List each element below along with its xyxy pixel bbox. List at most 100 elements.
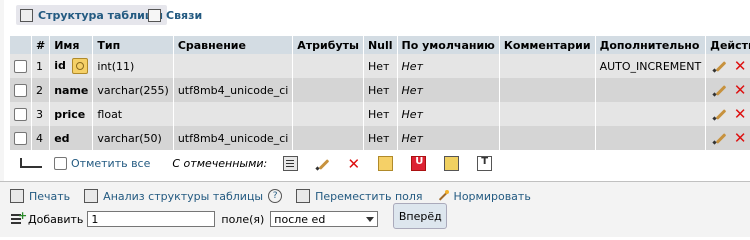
help-icon[interactable]: ?	[268, 189, 283, 203]
row-checkbox[interactable]	[14, 107, 27, 121]
row-type: varchar(50)	[92, 126, 174, 150]
row-name: ed	[49, 126, 94, 150]
select-all[interactable]: Отметить все	[54, 156, 150, 170]
add-columns-form: Добавить 1 поле(я) после ed Вперёд	[10, 203, 448, 229]
row-extra	[595, 102, 707, 126]
row-actions: ✕	[705, 54, 750, 78]
tab-structure[interactable]: Структура таблицы	[16, 5, 167, 25]
col-header-attributes[interactable]: Атрибуты	[292, 36, 364, 54]
index-icon[interactable]	[444, 155, 460, 171]
move-columns-icon	[296, 189, 311, 203]
col-header-num[interactable]: #	[31, 36, 51, 54]
row-attributes	[292, 54, 364, 78]
position-select-value: после ed	[274, 212, 326, 226]
row-extra	[595, 78, 707, 102]
table-row: 2 name varchar(255) utf8mb4_unicode_ci Н…	[10, 78, 750, 102]
row-num: 1	[31, 54, 51, 78]
normalize-link[interactable]: Нормировать	[437, 190, 531, 203]
row-default: Нет	[397, 78, 500, 102]
position-select[interactable]: после ed	[270, 211, 379, 227]
selection-bar: Отметить все С отмеченными: ✕	[10, 150, 730, 176]
select-all-link[interactable]: Отметить все	[71, 157, 150, 170]
row-name-cell: id	[49, 54, 94, 78]
fields-label: поле(я)	[221, 212, 265, 226]
row-extra	[595, 126, 707, 150]
row-type: float	[92, 102, 174, 126]
row-actions: ✕	[705, 126, 750, 150]
normalize-label: Нормировать	[453, 189, 531, 203]
add-count-input[interactable]: 1	[87, 211, 216, 227]
primary-key-bulk-icon[interactable]	[378, 155, 394, 171]
row-comment	[499, 78, 596, 102]
col-header-collation[interactable]: Сравнение	[173, 36, 294, 54]
row-default: Нет	[397, 54, 500, 78]
edit-pencil-icon[interactable]	[713, 83, 727, 97]
delete-x-icon[interactable]: ✕	[733, 59, 747, 74]
delete-x-icon[interactable]: ✕	[733, 131, 747, 146]
col-header-action: Действие	[705, 36, 750, 54]
row-comment	[499, 102, 596, 126]
col-header-null[interactable]: Null	[363, 36, 398, 54]
analyze-icon	[84, 189, 99, 203]
analyze-link[interactable]: Анализ структуры таблицы ?	[84, 189, 283, 203]
row-name: name	[49, 78, 94, 102]
row-type: varchar(255)	[92, 78, 174, 102]
edit-pencil-icon[interactable]	[713, 107, 727, 121]
row-comment	[499, 126, 596, 150]
row-collation: utf8mb4_unicode_ci	[173, 126, 294, 150]
footer-links: Печать Анализ структуры таблицы ? Переме…	[10, 189, 531, 203]
structure-table: # Имя Тип Сравнение Атрибуты Null По умо…	[10, 36, 750, 150]
col-header-comment[interactable]: Комментарии	[499, 36, 596, 54]
delete-x-icon[interactable]: ✕	[733, 107, 747, 122]
print-link[interactable]: Печать	[10, 189, 70, 203]
go-button[interactable]: Вперёд	[393, 203, 448, 229]
col-header-name[interactable]: Имя	[49, 36, 94, 54]
delete-x-icon[interactable]: ✕	[733, 83, 747, 98]
move-columns-link[interactable]: Переместить поля	[296, 189, 423, 203]
edit-pencil-icon[interactable]	[713, 131, 727, 145]
row-checkbox[interactable]	[14, 83, 27, 97]
bulk-delete-icon[interactable]: ✕	[347, 156, 360, 171]
browse-icon[interactable]	[283, 155, 299, 171]
bulk-edit-icon[interactable]	[316, 157, 329, 170]
row-checkbox-cell	[10, 102, 32, 126]
tab-structure-label: Структура таблицы	[38, 8, 163, 22]
wand-icon	[437, 190, 449, 202]
tab-relations[interactable]: Связи	[148, 5, 202, 25]
row-actions: ✕	[705, 102, 750, 126]
with-selected-label: С отмеченными:	[172, 156, 268, 170]
print-icon	[10, 189, 24, 203]
relations-icon	[148, 8, 161, 22]
table-row: 1 id int(11) Нет Нет AUTO_INCREMENT ✕	[10, 54, 750, 78]
bulk-actions: ✕	[283, 155, 493, 171]
row-null: Нет	[363, 102, 398, 126]
row-checkbox-cell	[10, 54, 32, 78]
unique-icon[interactable]	[411, 155, 427, 171]
primary-key-icon	[71, 58, 88, 74]
col-header-type[interactable]: Тип	[92, 36, 174, 54]
edit-pencil-icon[interactable]	[713, 59, 727, 73]
table-row: 4 ed varchar(50) utf8mb4_unicode_ci Нет …	[10, 126, 750, 150]
row-comment	[499, 54, 596, 78]
row-attributes	[292, 78, 364, 102]
col-header-default[interactable]: По умолчанию	[397, 36, 500, 54]
row-checkbox-cell	[10, 78, 32, 102]
row-num: 3	[31, 102, 51, 126]
row-default: Нет	[397, 102, 500, 126]
row-collation	[173, 54, 294, 78]
row-name: id	[54, 59, 66, 72]
fulltext-icon[interactable]	[477, 155, 493, 171]
structure-icon	[20, 8, 33, 22]
row-collation: utf8mb4_unicode_ci	[173, 78, 294, 102]
row-checkbox[interactable]	[14, 131, 27, 145]
add-label: Добавить	[28, 212, 84, 226]
move-columns-label: Переместить поля	[315, 189, 423, 203]
row-null: Нет	[363, 54, 398, 78]
row-checkbox[interactable]	[14, 59, 27, 73]
select-all-checkbox[interactable]	[54, 156, 67, 170]
row-type: int(11)	[92, 54, 174, 78]
add-column-icon	[10, 209, 27, 226]
col-header-extra[interactable]: Дополнительно	[595, 36, 707, 54]
row-collation	[173, 102, 294, 126]
row-extra: AUTO_INCREMENT	[595, 54, 707, 78]
